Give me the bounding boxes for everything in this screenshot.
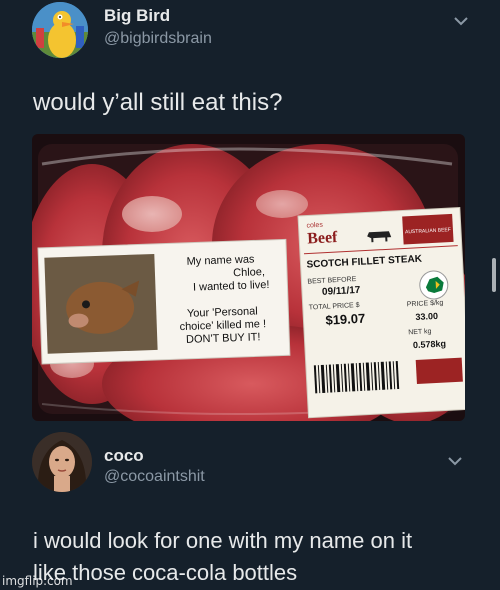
price-per-kg: 33.00 — [415, 311, 438, 322]
tweet-big-bird: Big Bird @bigbirdsbrain would y’all stil… — [0, 0, 500, 421]
handle[interactable]: @cocoaintshit — [104, 468, 205, 486]
coco-profile-icon — [32, 432, 92, 492]
chevron-down-icon[interactable] — [446, 454, 464, 468]
handle[interactable]: @bigbirdsbrain — [104, 30, 212, 48]
brand: Beef — [307, 229, 339, 248]
net-weight: 0.578kg — [413, 338, 447, 350]
tweet-text-line2: like those coca-cola bottles — [33, 560, 298, 585]
chloe-sticker: My name was Chloe, I wanted to live! You… — [37, 238, 291, 365]
imgflip-watermark: imgflip.com — [2, 574, 73, 588]
sticker-line1: My name was — [186, 253, 255, 267]
tweet-coco: coco @cocoaintshit i would look for one … — [0, 420, 500, 590]
tweet-photo[interactable]: My name was Chloe, I wanted to live! You… — [32, 134, 465, 421]
brand-small: coles — [306, 222, 323, 230]
chevron-down-icon[interactable] — [452, 14, 470, 28]
scrollbar[interactable] — [492, 258, 496, 292]
display-name[interactable]: Big Bird — [104, 6, 170, 26]
big-bird-avatar[interactable] — [32, 2, 88, 58]
tweet-text: would y’all still eat this? — [33, 89, 283, 116]
total-price: $19.07 — [325, 311, 365, 328]
best-before-date: 09/11/17 — [322, 285, 361, 298]
coco-avatar[interactable] — [32, 432, 92, 492]
beef-package-image: My name was Chloe, I wanted to live! You… — [32, 134, 465, 421]
display-name[interactable]: coco — [104, 446, 144, 466]
sticker-line4: Your 'Personal — [187, 305, 258, 319]
sticker-line2: Chloe, — [233, 266, 265, 279]
tweet-text-line1: i would look for one with my name on it — [33, 528, 413, 553]
svg-text:NET kg: NET kg — [408, 328, 432, 336]
big-bird-icon — [32, 2, 88, 58]
price-label: coles Beef AUSTRALIAN BEEF SCOTCH FILLET… — [297, 206, 465, 419]
